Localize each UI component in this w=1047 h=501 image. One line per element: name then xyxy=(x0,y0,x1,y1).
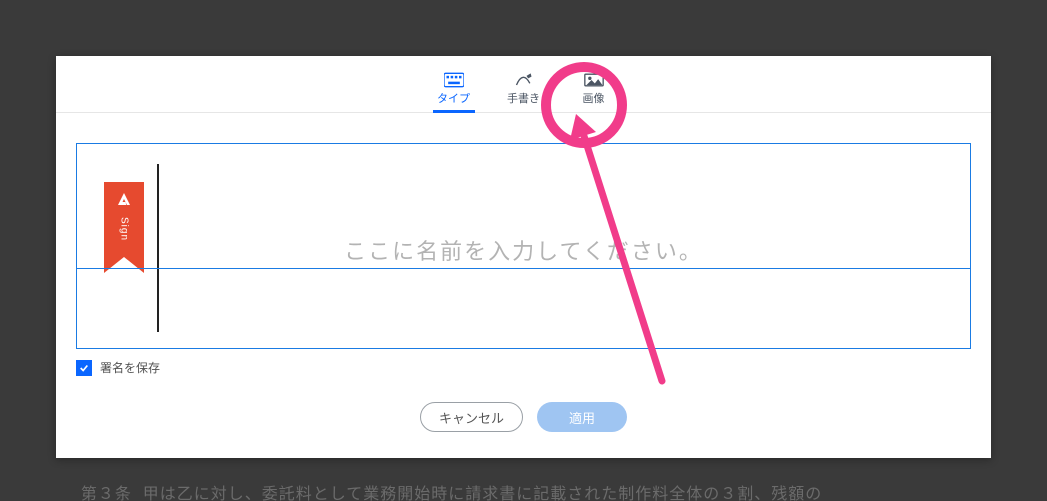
signature-dialog: タイプ 手書き 画像 Sign ここに名前を入力してください。 xyxy=(56,56,991,458)
tab-type[interactable]: タイプ xyxy=(433,66,475,112)
ribbon-sign-label: Sign xyxy=(119,217,130,241)
cancel-button-label: キャンセル xyxy=(439,408,504,427)
adobe-logo-icon xyxy=(115,190,133,213)
apply-button[interactable]: 適用 xyxy=(537,402,627,432)
apply-button-label: 適用 xyxy=(569,408,595,427)
save-signature-row: 署名を保存 xyxy=(76,359,971,376)
tab-draw-label: 手書き xyxy=(507,90,540,106)
tab-image[interactable]: 画像 xyxy=(573,66,615,112)
cancel-button[interactable]: キャンセル xyxy=(420,402,523,432)
text-caret xyxy=(157,164,159,332)
tab-image-label: 画像 xyxy=(583,90,605,106)
signature-input-area[interactable]: Sign ここに名前を入力してください。 xyxy=(76,143,971,349)
signature-placeholder: ここに名前を入力してください。 xyxy=(77,234,970,266)
image-icon xyxy=(584,72,604,88)
background-document-text: 第３条 甲は乙に対し、委託料として業務開始時に請求書に記載された制作料全体の３割… xyxy=(70,462,822,501)
adobe-sign-ribbon: Sign xyxy=(104,182,144,257)
bg-line-1: 第３条 甲は乙に対し、委託料として業務開始時に請求書に記載された制作料全体の３割… xyxy=(81,486,822,501)
keyboard-icon xyxy=(444,72,464,88)
tab-draw[interactable]: 手書き xyxy=(503,66,545,112)
tab-type-label: タイプ xyxy=(437,90,470,106)
save-signature-label: 署名を保存 xyxy=(100,359,160,376)
signature-mode-tabs: タイプ 手書き 画像 xyxy=(56,56,991,113)
save-signature-checkbox[interactable] xyxy=(76,360,92,376)
pen-icon xyxy=(514,72,534,88)
dialog-button-row: キャンセル 適用 xyxy=(56,402,991,432)
signature-baseline xyxy=(77,268,970,269)
checkmark-icon xyxy=(79,363,89,373)
